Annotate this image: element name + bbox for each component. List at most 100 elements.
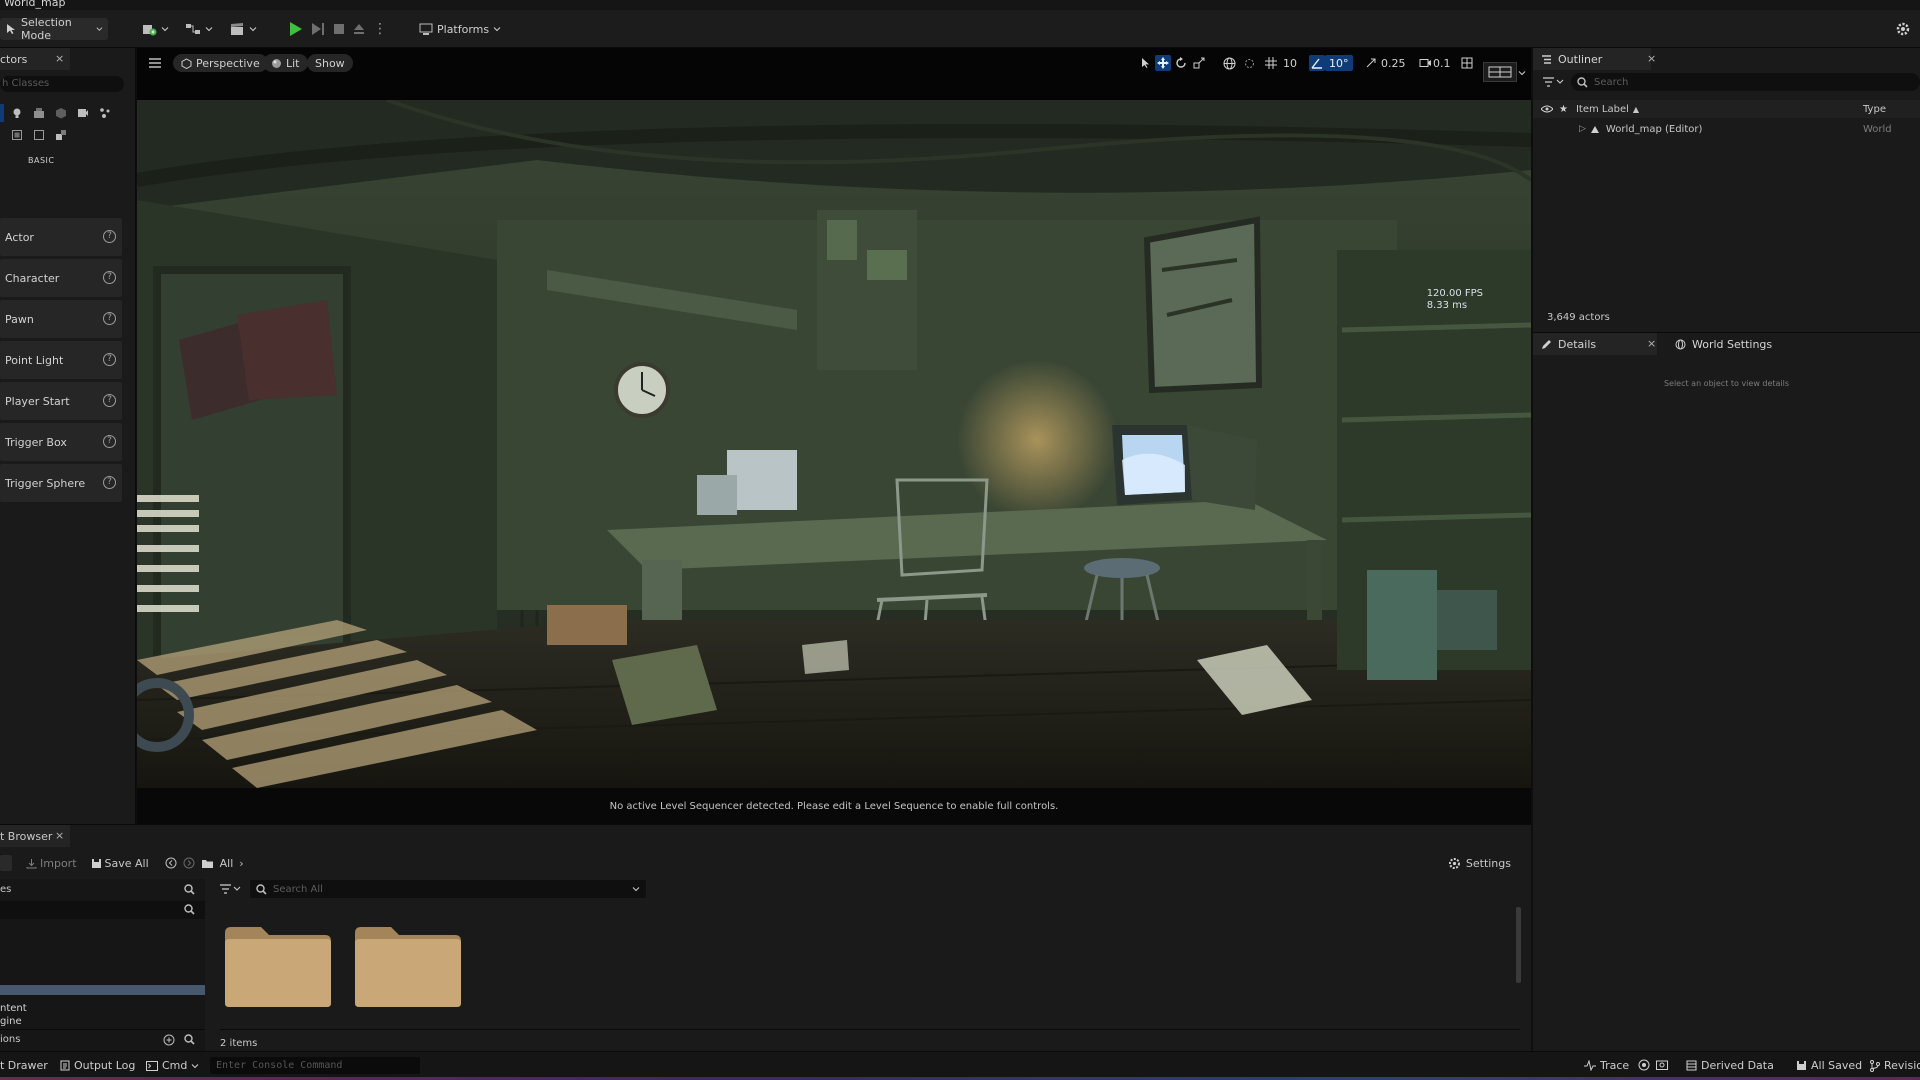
tab-details[interactable]: Details × bbox=[1533, 333, 1657, 355]
add-collection-icon[interactable] bbox=[163, 1034, 175, 1046]
outliner-row[interactable]: ▷ World_map (Editor) World bbox=[1533, 120, 1920, 138]
scale-snap-icon[interactable] bbox=[1363, 55, 1379, 71]
save-all-button[interactable]: Save All bbox=[91, 857, 149, 870]
search-icon[interactable] bbox=[184, 883, 195, 895]
grid-snap-value[interactable]: 10 bbox=[1283, 55, 1297, 71]
derived-data-button[interactable]: Derived Data bbox=[1686, 1059, 1774, 1072]
actor-item[interactable]: Trigger Sphere? bbox=[0, 464, 122, 502]
level-viewport[interactable]: Perspective Lit Show 10 10° 0.25 0.1 120… bbox=[137, 48, 1531, 824]
source-tree-item[interactable]: gine bbox=[0, 1016, 22, 1027]
path-all[interactable]: All bbox=[220, 857, 234, 870]
close-icon[interactable]: × bbox=[55, 829, 64, 842]
scale-tool-icon[interactable] bbox=[1191, 55, 1207, 71]
volume-icon[interactable] bbox=[8, 126, 26, 144]
shapes-icon[interactable] bbox=[30, 104, 48, 122]
search-icon[interactable] bbox=[184, 1034, 195, 1045]
history-forward-icon[interactable] bbox=[183, 857, 195, 869]
cinematics-button[interactable] bbox=[224, 18, 262, 40]
expand-arrow-icon[interactable]: ▷ bbox=[1579, 124, 1586, 134]
help-icon[interactable]: ? bbox=[103, 312, 116, 325]
help-icon[interactable]: ? bbox=[103, 271, 116, 284]
maximize-viewport-icon[interactable] bbox=[1459, 55, 1475, 71]
select-tool-icon[interactable] bbox=[1137, 55, 1153, 71]
scene-render[interactable]: 120.00 FPS 8.33 ms bbox=[137, 100, 1531, 788]
sources-search-input[interactable] bbox=[0, 901, 205, 919]
import-button[interactable]: Import bbox=[26, 857, 77, 870]
outliner-search-input[interactable]: Search bbox=[1571, 73, 1920, 91]
chevron-down-icon[interactable] bbox=[632, 885, 640, 893]
settings-button[interactable] bbox=[1890, 18, 1916, 40]
surface-snap-icon[interactable] bbox=[1241, 55, 1257, 71]
cb-settings-button[interactable]: Settings bbox=[1448, 857, 1511, 870]
help-icon[interactable]: ? bbox=[103, 476, 116, 489]
layout-icon[interactable] bbox=[1483, 62, 1517, 82]
play-icon[interactable] bbox=[289, 21, 303, 37]
all-saved-button[interactable]: All Saved bbox=[1796, 1059, 1862, 1072]
actor-item[interactable]: Character? bbox=[0, 259, 122, 297]
grid-snap-icon[interactable] bbox=[1263, 55, 1279, 71]
trace-button[interactable]: Trace bbox=[1584, 1059, 1629, 1072]
scale-snap-value[interactable]: 0.25 bbox=[1381, 55, 1406, 71]
chevron-right-icon[interactable]: › bbox=[239, 857, 243, 870]
rotation-snap-icon[interactable] bbox=[1309, 55, 1325, 71]
lit-button[interactable]: Lit bbox=[263, 54, 308, 72]
world-local-icon[interactable] bbox=[1221, 55, 1237, 71]
output-log-button[interactable]: Output Log bbox=[60, 1059, 135, 1072]
platforms-dropdown[interactable]: Platforms bbox=[414, 18, 506, 40]
vertical-scrollbar[interactable] bbox=[1516, 907, 1521, 983]
all-classes-icon[interactable] bbox=[52, 126, 70, 144]
history-back-icon[interactable] bbox=[165, 857, 177, 869]
folder-item[interactable] bbox=[353, 925, 463, 1009]
actor-item[interactable]: Pawn? bbox=[0, 300, 122, 338]
content-drawer-button[interactable]: t Drawer bbox=[0, 1059, 48, 1072]
rotate-tool-icon[interactable] bbox=[1173, 55, 1189, 71]
asset-filter-icon[interactable] bbox=[220, 883, 242, 895]
console-command-input[interactable]: Enter Console Command bbox=[210, 1057, 420, 1074]
chevron-down-icon[interactable] bbox=[1516, 65, 1528, 81]
actor-item[interactable]: Trigger Box? bbox=[0, 423, 122, 461]
help-icon[interactable]: ? bbox=[103, 230, 116, 243]
cinematic-icon[interactable] bbox=[74, 104, 92, 122]
help-icon[interactable]: ? bbox=[103, 394, 116, 407]
filter-icon[interactable] bbox=[1543, 76, 1565, 88]
geometry-icon[interactable] bbox=[30, 126, 48, 144]
tab-content-browser[interactable]: t Browser × bbox=[0, 825, 70, 847]
add-actor-button[interactable] bbox=[136, 18, 174, 40]
camera-speed-value[interactable]: 0.1 bbox=[1433, 55, 1451, 71]
more-options-icon[interactable]: ⋮ bbox=[373, 21, 387, 37]
folder-item[interactable] bbox=[223, 925, 333, 1009]
revision-control-button[interactable]: Revisio bbox=[1870, 1059, 1920, 1072]
class-search-input[interactable]: h Classes bbox=[0, 76, 124, 92]
close-icon[interactable]: × bbox=[1647, 52, 1656, 65]
tab-outliner[interactable]: Outliner × bbox=[1533, 48, 1656, 70]
close-icon[interactable]: × bbox=[1647, 337, 1656, 350]
actor-item[interactable]: Actor? bbox=[0, 218, 122, 256]
source-tree-item[interactable]: ntent bbox=[0, 1003, 27, 1014]
lightbulb-icon[interactable] bbox=[8, 104, 26, 122]
col-type[interactable]: Type bbox=[1863, 104, 1886, 115]
visibility-eye-icon[interactable] bbox=[1541, 105, 1553, 113]
advance-frame-icon[interactable] bbox=[311, 22, 325, 36]
cmd-dropdown[interactable]: Cmd bbox=[146, 1059, 199, 1072]
tab-world-settings[interactable]: World Settings bbox=[1667, 333, 1772, 355]
help-icon[interactable]: ? bbox=[103, 435, 116, 448]
effects-icon[interactable] bbox=[96, 104, 114, 122]
screenshot-button[interactable] bbox=[1656, 1059, 1668, 1070]
blueprint-button[interactable] bbox=[180, 18, 218, 40]
translate-tool-icon[interactable] bbox=[1155, 55, 1171, 71]
asset-search-input[interactable]: Search All bbox=[250, 880, 646, 898]
eject-icon[interactable] bbox=[353, 23, 365, 35]
add-button[interactable] bbox=[0, 855, 12, 871]
star-icon[interactable]: ★ bbox=[1559, 104, 1568, 115]
record-button[interactable] bbox=[1638, 1059, 1650, 1071]
selection-mode-dropdown[interactable]: Selection Mode bbox=[0, 16, 108, 42]
rotation-snap-value[interactable]: 10° bbox=[1325, 55, 1353, 71]
perspective-button[interactable]: Perspective bbox=[173, 54, 268, 72]
close-icon[interactable]: × bbox=[55, 52, 64, 65]
stop-icon[interactable] bbox=[333, 23, 345, 35]
col-item-label[interactable]: Item Label bbox=[1576, 104, 1629, 115]
actor-item[interactable]: Point Light? bbox=[0, 341, 122, 379]
camera-speed-icon[interactable] bbox=[1417, 55, 1433, 71]
actor-item[interactable]: Player Start? bbox=[0, 382, 122, 420]
cube-icon[interactable] bbox=[52, 104, 70, 122]
